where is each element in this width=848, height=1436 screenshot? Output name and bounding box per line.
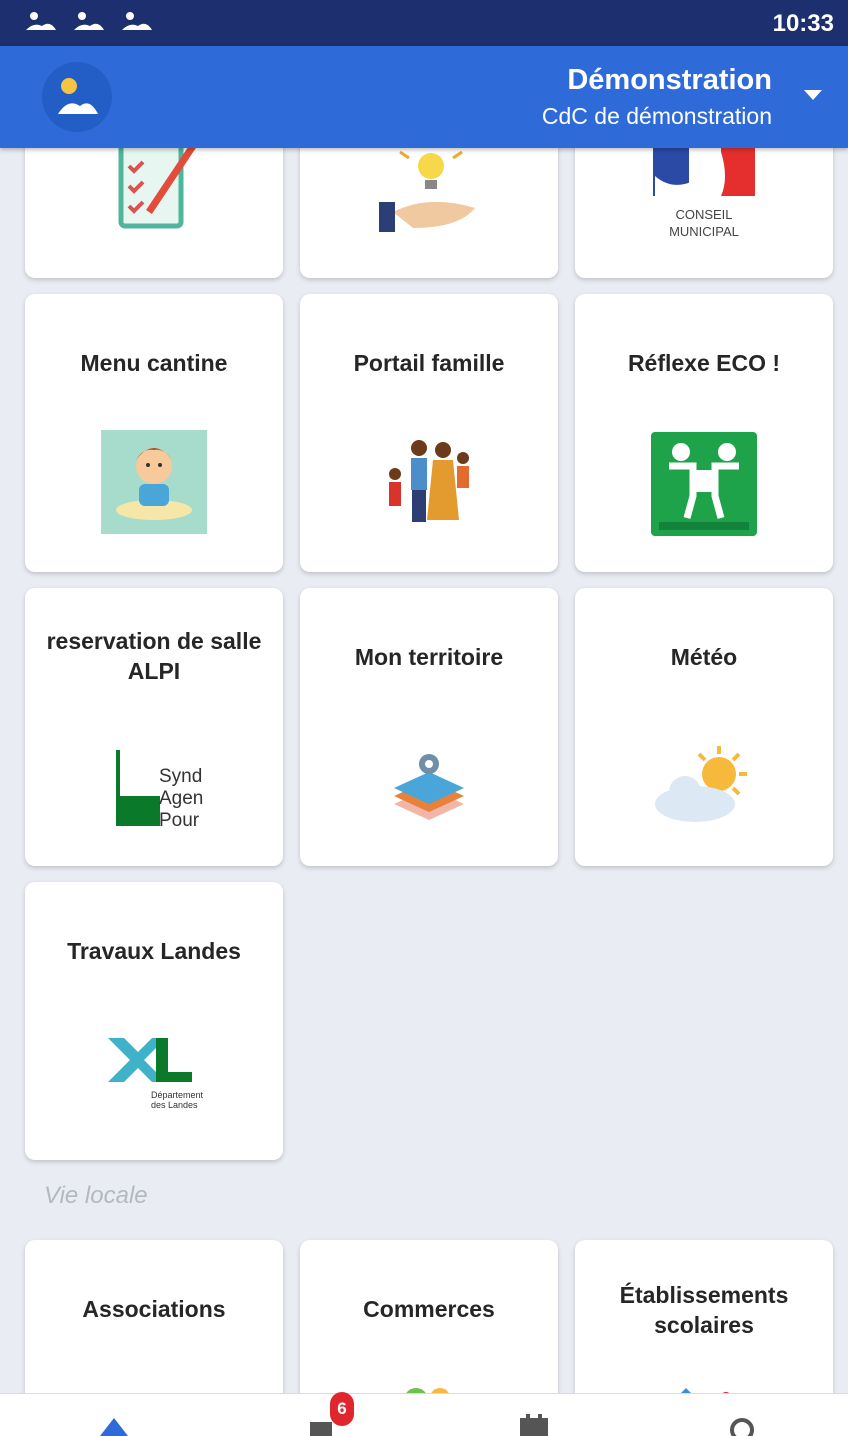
section-title-vie-locale: Vie locale [44,1182,148,1209]
card-label: Associations [82,1296,226,1322]
landes-departement-logo-icon [108,1038,192,1082]
card-etablissements-scolaires[interactable]: Établissements scolaires [575,1240,833,1393]
school-icon [681,1388,730,1393]
card-menu-cantine[interactable]: Menu cantine [25,294,283,572]
landes-logo-text: Département des Landes [151,1090,204,1110]
logo-figure-icon [58,78,98,114]
card-portail-famille[interactable]: Portail famille [300,294,558,572]
conseil-municipal-icon [653,148,755,196]
checklist-icon [118,148,196,229]
community-selector[interactable]: Démonstration CdC de démonstration [542,64,772,130]
card-reflexe-eco[interactable]: Réflexe ECO ! [575,294,833,572]
card-label: Menu cantine [80,350,228,376]
map-layers-icon [394,754,464,820]
card-label: Travaux Landes [67,938,241,964]
commerces-icon [406,1388,449,1393]
card-mon-territoire[interactable]: Mon territoire [300,588,558,866]
card-associations[interactable]: Associations [25,1240,283,1393]
app-notification-icon [26,12,56,30]
card-label: Portail famille [353,350,505,376]
conseil-municipal-caption: CONSEIL MUNICIPAL [669,207,739,239]
chevron-down-icon[interactable] [804,90,822,100]
synd-agen-logo-text: Synd Agen Pour [159,766,204,831]
service-card[interactable]: CONSEIL MUNICIPAL [575,148,833,278]
card-label: Mon territoire [354,644,504,670]
settings-icon[interactable] [724,1408,760,1436]
card-label: reservation de salle ALPI [46,628,262,684]
app-notification-icon [122,12,152,30]
app-title: Démonstration [567,64,772,96]
card-reservation-salle[interactable]: reservation de salle ALPI Synd Agen Pour [25,588,283,866]
service-card[interactable] [25,148,283,278]
notification-icons [24,10,154,34]
app-bar: Démonstration CdC de démonstration [0,46,848,148]
calendar-icon[interactable] [516,1408,552,1436]
app-logo-icon[interactable] [42,62,112,132]
services-grid: CONSEIL MUNICIPAL Menu cantine Portail f… [10,148,848,1393]
service-card[interactable] [300,148,558,278]
notification-badge: 6 [330,1392,354,1426]
card-label: Établissements scolaires [619,1282,789,1338]
card-label: Commerces [363,1296,495,1322]
status-time: 10:33 [772,10,834,37]
card-commerces[interactable]: Commerces [300,1240,558,1393]
app-subtitle: CdC de démonstration [541,103,772,129]
child-eating-icon [101,430,207,534]
bottom-navigation: 6 [0,1392,848,1436]
card-travaux-landes[interactable]: Travaux Landes Département des Landes [25,882,283,1160]
status-bar: 10:33 [0,0,848,46]
card-label: Réflexe ECO ! [627,350,781,376]
home-icon[interactable] [96,1408,132,1436]
idea-lightbulb-hand-icon [379,150,475,232]
weather-sun-cloud-icon [655,746,747,822]
card-meteo[interactable]: Météo [575,588,833,866]
eco-reflex-icon [651,432,757,536]
card-label: Météo [670,644,738,670]
app-notification-icon [74,12,104,30]
family-icon [389,440,469,522]
